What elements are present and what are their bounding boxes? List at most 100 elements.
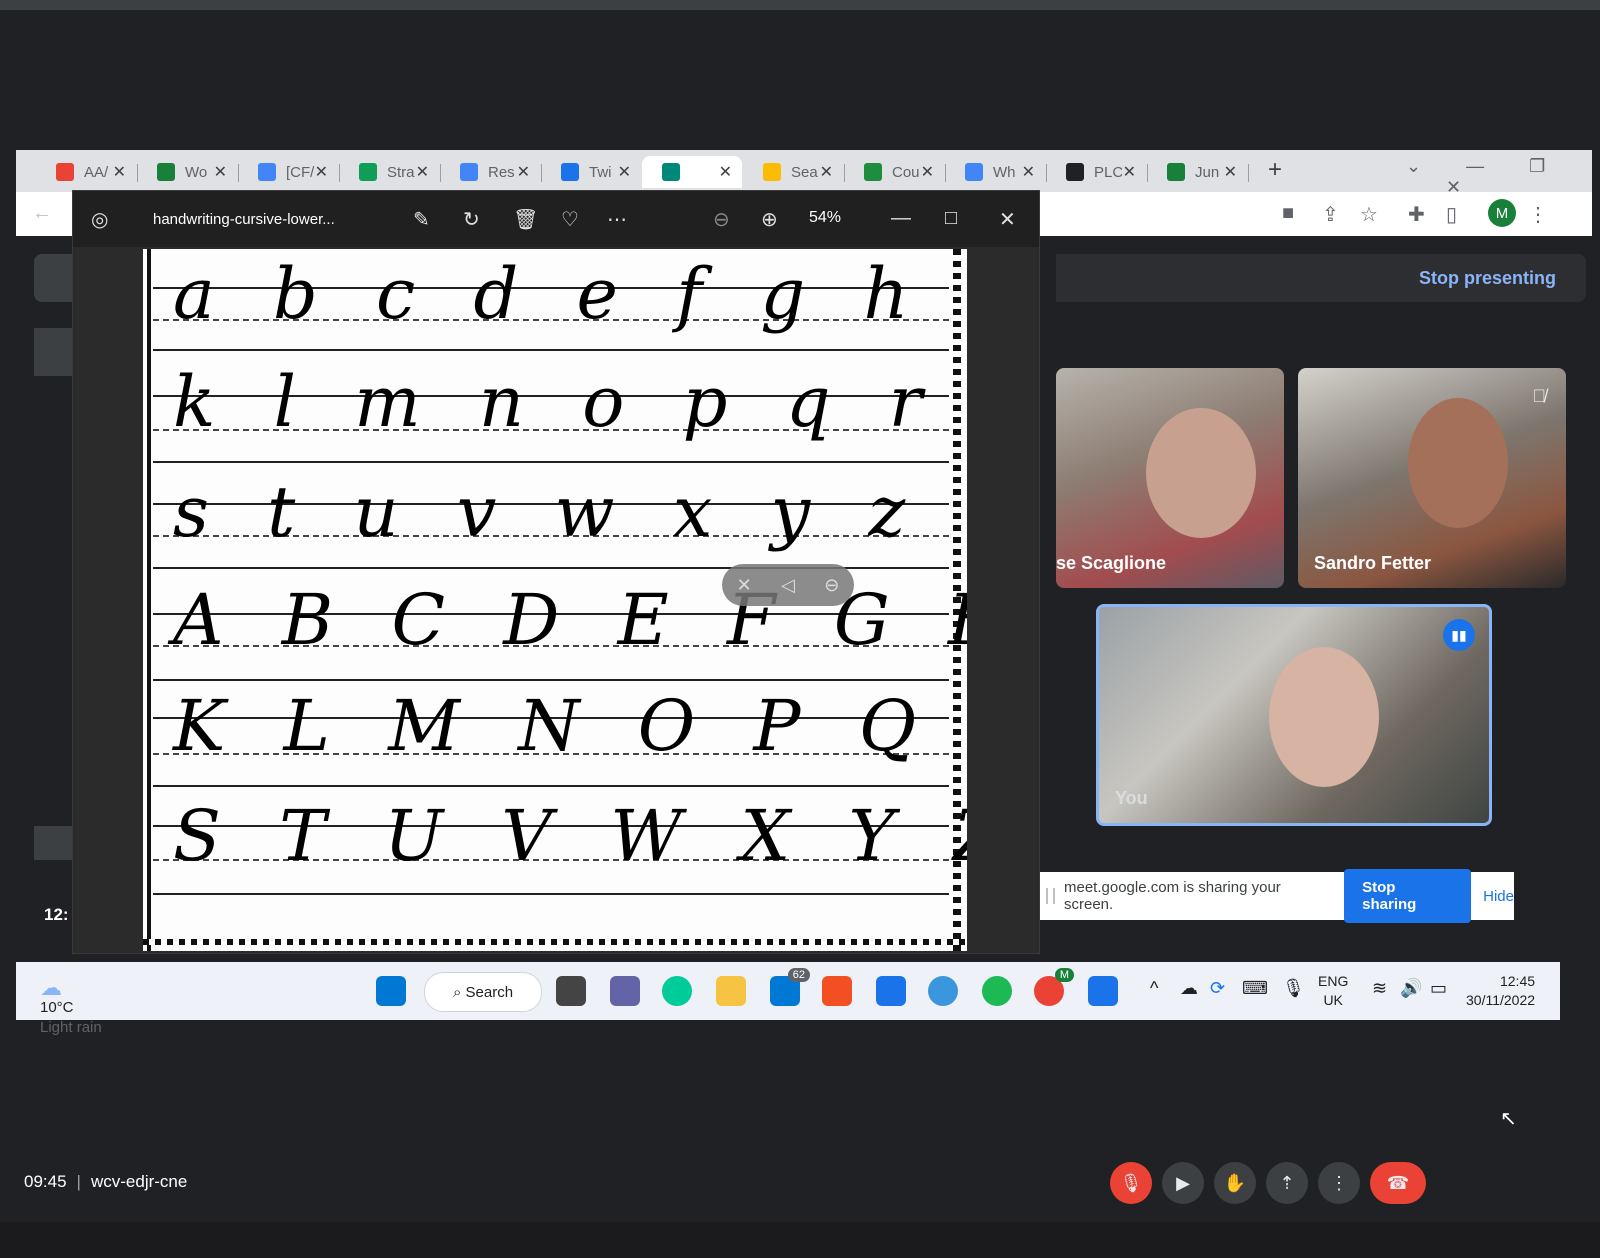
tab-close-icon[interactable]: ✕ — [315, 162, 328, 182]
zoom-in-icon[interactable]: ⊕ — [761, 207, 778, 232]
speaker-off-icon[interactable]: ◁ — [781, 575, 795, 596]
profile-avatar[interactable]: M — [1488, 199, 1516, 227]
microphone-icon[interactable]: 🎙 — [1282, 978, 1305, 999]
app-8-icon[interactable] — [928, 976, 958, 1006]
sync-icon[interactable]: ⟳ — [1210, 978, 1225, 999]
windows-taskbar: ☁ 10°C Light rain ⌕ Search 62 M ^ ☁ ⟳ ⌨ … — [16, 962, 1560, 1036]
maximize-icon[interactable]: □ — [945, 207, 957, 230]
chrome-icon[interactable]: M — [1034, 968, 1074, 1006]
tab-close-icon[interactable]: ✕ — [921, 162, 934, 182]
tab-item[interactable]: Res ✕ — [440, 156, 540, 188]
tray-chevron-icon[interactable]: ^ — [1150, 978, 1158, 999]
extensions-icon[interactable]: ✚ — [1408, 202, 1425, 227]
wifi-icon[interactable]: ≋ — [1372, 978, 1387, 999]
task-view-icon[interactable] — [556, 976, 586, 1006]
minimize-icon[interactable]: — — [891, 207, 911, 230]
favorite-icon[interactable]: ♡ — [561, 207, 579, 232]
share-icon[interactable]: ⇪ — [1322, 202, 1339, 227]
star-icon[interactable]: ☆ — [1360, 202, 1378, 227]
tab-close-icon[interactable]: ✕ — [113, 162, 126, 182]
tab-close-icon[interactable]: ✕ — [1224, 162, 1237, 182]
tab-item[interactable]: Cou ✕ — [844, 156, 944, 188]
tab-label: PLC — [1094, 163, 1122, 181]
tab-close-icon[interactable]: ✕ — [214, 162, 227, 182]
participant-face — [1408, 398, 1508, 528]
weather-desc: Light rain — [40, 1019, 102, 1036]
edit-icon[interactable]: ✎ — [413, 207, 430, 232]
present-button[interactable]: ⇡ — [1266, 1162, 1308, 1204]
remove-icon[interactable]: ⊖ — [824, 575, 839, 596]
speaking-indicator-icon: ▮▮ — [1443, 619, 1475, 651]
alphabet-row: S T U V W X Y Z — [173, 795, 967, 877]
tab-close-icon[interactable]: ✕ — [719, 162, 732, 182]
taskbar-clock[interactable]: 12:45 30/11/2022 — [1466, 972, 1535, 1010]
battery-icon[interactable]: ▭ — [1430, 978, 1447, 999]
weather-widget[interactable]: ☁ 10°C Light rain — [40, 972, 102, 1038]
tab-item[interactable]: [CF/✕ — [238, 156, 338, 188]
tab-item[interactable]: PLC ✕ — [1046, 156, 1146, 188]
tab-close-icon[interactable]: ✕ — [517, 162, 530, 182]
side-panel-icon[interactable]: ▯ — [1446, 202, 1457, 227]
tab-close-icon[interactable]: ✕ — [820, 162, 833, 182]
tab-item[interactable]: ✕ — [642, 156, 742, 188]
zoom-level[interactable]: 54% — [809, 209, 841, 227]
tab-search-icon[interactable]: ⌄ — [1406, 156, 1421, 176]
mic-off-button[interactable]: 🎙 — [1110, 1162, 1152, 1204]
keyboard-icon[interactable]: ⌨ — [1242, 978, 1268, 999]
volume-icon[interactable]: 🔊 — [1400, 978, 1422, 999]
drag-handle-icon[interactable] — [1046, 888, 1055, 904]
maximize-icon[interactable]: ❐ — [1529, 156, 1545, 176]
start-icon[interactable] — [376, 976, 406, 1006]
gallery-icon[interactable]: ◎ — [91, 207, 108, 232]
language-indicator[interactable]: ENG UK — [1318, 972, 1348, 1010]
more-options-button[interactable]: ⋮ — [1318, 1162, 1360, 1204]
photos-icon[interactable] — [1088, 976, 1118, 1006]
mic-off-icon[interactable]: ✕ — [737, 575, 752, 596]
tab-item[interactable]: AA/✕ — [36, 156, 136, 188]
teams-icon[interactable] — [610, 976, 640, 1006]
store-icon[interactable] — [822, 976, 852, 1006]
tab-label: Sea — [791, 163, 818, 181]
file-explorer-icon[interactable] — [716, 976, 746, 1006]
close-icon[interactable]: ✕ — [999, 207, 1016, 232]
tab-close-icon[interactable]: ✕ — [1022, 162, 1035, 182]
camera-icon[interactable]: ■ — [1282, 202, 1294, 225]
tab-item[interactable]: Sea ✕ — [743, 156, 843, 188]
present-icon: ⇡ — [1279, 1172, 1295, 1193]
edge-icon[interactable] — [662, 976, 692, 1006]
tab-item[interactable]: Twi ✕ — [541, 156, 641, 188]
tab-label: AA/ — [84, 163, 109, 181]
viewer-title: handwriting-cursive-lower... — [153, 211, 335, 228]
delete-icon[interactable]: 🗑 — [513, 207, 538, 232]
back-icon[interactable]: ← — [32, 202, 52, 225]
tab-label: Res — [488, 163, 515, 181]
onedrive-icon[interactable]: ☁ — [1180, 978, 1198, 999]
rotate-icon[interactable]: ↻ — [463, 207, 480, 232]
tab-close-icon[interactable]: ✕ — [1123, 162, 1136, 182]
tab-item[interactable]: Wo ✕ — [137, 156, 237, 188]
spotify-icon[interactable] — [982, 976, 1012, 1006]
tab-close-icon[interactable]: ✕ — [416, 162, 429, 182]
tab-close-icon[interactable]: ✕ — [618, 162, 631, 182]
tab-item[interactable]: Wh ✕ — [945, 156, 1045, 188]
hide-button[interactable]: Hide — [1483, 888, 1514, 905]
hand-icon: ✋ — [1223, 1172, 1247, 1193]
raise-hand-button[interactable]: ✋ — [1214, 1162, 1256, 1204]
tab-item[interactable]: Stra ✕ — [339, 156, 439, 188]
menu-icon[interactable]: ⋮ — [1528, 202, 1548, 227]
end-call-button[interactable]: ☎ — [1370, 1162, 1426, 1204]
taskbar-search[interactable]: ⌕ Search — [424, 972, 542, 1012]
tab-item[interactable]: Jun ✕ — [1147, 156, 1247, 188]
new-tab-button[interactable]: + — [1268, 156, 1282, 184]
stop-sharing-button[interactable]: Stop sharing — [1344, 869, 1472, 923]
stop-presenting-button[interactable]: Stop presenting — [1419, 268, 1556, 289]
search-icon: ⌕ — [452, 983, 466, 1001]
l-app-icon[interactable] — [876, 976, 906, 1006]
mail-icon[interactable]: 62 — [770, 968, 810, 1006]
zoom-out-icon[interactable]: ⊖ — [713, 207, 730, 232]
tab-strip: AA/✕ Wo ✕ [CF/✕ Stra ✕ Res ✕ Twi ✕ ✕ Sea ✕ Cou ✕ Wh ✕ PLC… — [16, 150, 1592, 197]
minimize-icon[interactable]: — — [1466, 156, 1484, 176]
self-tile: ▮▮ You — [1096, 604, 1492, 826]
camera-button[interactable]: ▶ — [1162, 1162, 1204, 1204]
more-icon[interactable]: ⋯ — [607, 207, 627, 232]
